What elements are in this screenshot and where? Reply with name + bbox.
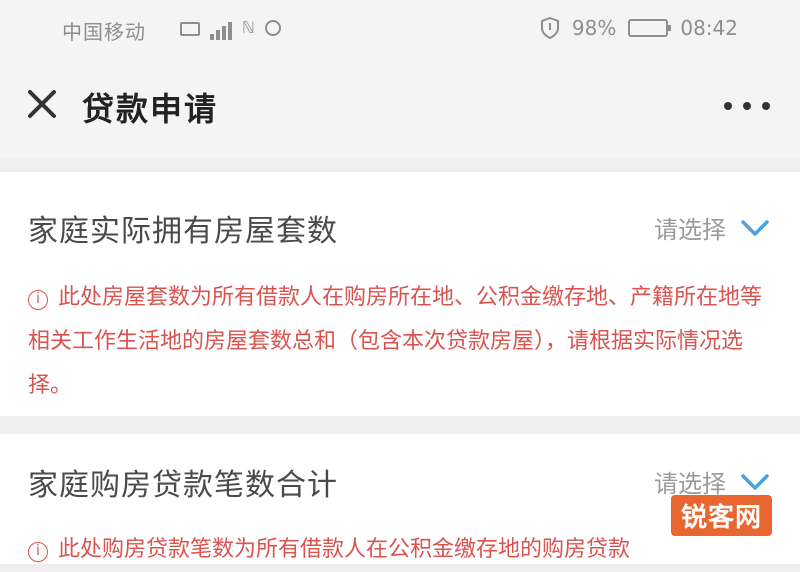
field-label: 家庭实际拥有房屋套数 — [28, 214, 338, 249]
house-count-select[interactable]: 请选择 — [654, 210, 770, 245]
loan-count-select[interactable]: 请选择 — [654, 464, 770, 499]
chevron-down-icon — [740, 219, 770, 237]
status-icons-left: ℕ — [180, 14, 281, 40]
chevron-down-icon — [740, 473, 770, 491]
network-glyph-icon: ℕ — [242, 18, 255, 37]
field-label: 家庭购房贷款笔数合计 — [28, 468, 338, 503]
status-bar: 中国移动 ℕ 98% 08:42 — [0, 0, 800, 58]
more-dot-icon — [724, 102, 732, 110]
battery-icon — [628, 19, 672, 37]
watermark-logo: 锐客网 — [670, 495, 772, 536]
close-icon — [20, 82, 64, 126]
more-dot-icon — [762, 102, 770, 110]
more-dot-icon — [743, 102, 751, 110]
page-title: 贷款申请 — [82, 90, 219, 128]
clock-time: 08:42 — [680, 16, 738, 40]
sim-card-icon — [180, 22, 200, 36]
sync-icon — [264, 20, 281, 36]
status-icons-right: 98% 08:42 — [540, 14, 738, 42]
field-notice: i 此处购房贷款笔数为所有借款人在公积金缴存地的购房贷款 — [28, 528, 768, 572]
battery-percent: 98% — [571, 16, 617, 40]
title-bar: 贷款申请 — [0, 58, 800, 158]
select-placeholder: 请选择 — [654, 216, 726, 244]
select-placeholder: 请选择 — [654, 470, 726, 498]
close-button[interactable] — [20, 82, 64, 126]
carrier-name: 中国移动 — [62, 20, 146, 44]
more-button[interactable] — [724, 92, 770, 120]
signal-strength-icon — [210, 20, 232, 40]
info-icon: i — [28, 542, 48, 562]
info-icon: i — [28, 290, 48, 310]
field-notice: i 此处房屋套数为所有借款人在购房所在地、公积金缴存地、产籍所在地等相关工作生活地… — [28, 276, 768, 408]
notice-text: 此处房屋套数为所有借款人在购房所在地、公积金缴存地、产籍所在地等相关工作生活地的… — [28, 285, 763, 398]
shield-icon — [540, 17, 560, 39]
form-row-house-count: 家庭实际拥有房屋套数 请选择 i 此处房屋套数为所有借款人在购房所在地、公积金缴存… — [0, 172, 800, 416]
